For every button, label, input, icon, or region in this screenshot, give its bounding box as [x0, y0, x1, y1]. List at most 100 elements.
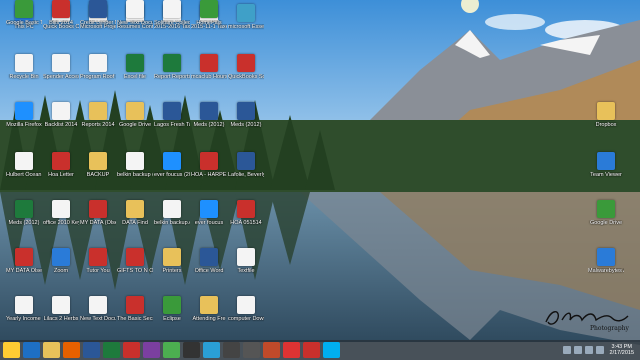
- pdf-icon: [126, 296, 144, 314]
- doc-icon: [52, 54, 70, 72]
- desktop-icon-label: Yearly Income 2014: [6, 316, 42, 322]
- xl-icon: [126, 54, 144, 72]
- network-icon[interactable]: [573, 346, 582, 354]
- taskbar-excel-icon[interactable]: [103, 342, 120, 358]
- taskbar-firefox-icon[interactable]: [63, 342, 80, 358]
- desktop-icon-label: Report Reports Data: [154, 74, 190, 80]
- desktop-icon[interactable]: Excel file: [117, 54, 153, 92]
- taskbar-picasa-icon[interactable]: [143, 342, 160, 358]
- doc-icon: [15, 54, 33, 72]
- desktop-icon[interactable]: Zoom: [43, 248, 79, 286]
- desktop-icon[interactable]: Tutor You: [80, 248, 116, 286]
- desktop-icon[interactable]: Solitaire Collection: [154, 0, 190, 38]
- taskbar-folders-icon[interactable]: [43, 342, 60, 358]
- taskbar-print-icon[interactable]: [263, 342, 280, 358]
- taskbar-store-icon[interactable]: [203, 342, 220, 358]
- desktop-icon-label: Eclipse: [163, 316, 181, 322]
- desktop-icon[interactable]: Spender Access: [43, 54, 79, 92]
- doc-icon: [52, 296, 70, 314]
- desktop-icon[interactable]: Bills 2014: [43, 0, 79, 38]
- desktop-icon[interactable]: Malwarebytes Anti-Malware: [588, 248, 624, 286]
- desktop-icon[interactable]: Meds (2012): [6, 200, 42, 238]
- desktop-icon[interactable]: New Text Document: [80, 296, 116, 334]
- pdf-icon: [126, 248, 144, 266]
- desktop-icon[interactable]: BACKUP: [80, 152, 116, 190]
- taskbar-word-icon[interactable]: [83, 342, 100, 358]
- desktop-icon[interactable]: DATA Find: [117, 200, 153, 238]
- desktop-icon-label: HOA - HARPER...: [191, 172, 227, 178]
- taskbar-explorer-icon[interactable]: [3, 342, 20, 358]
- desktop-icon[interactable]: belkin backup (2014_11...: [117, 152, 153, 190]
- desktop-icon[interactable]: Yearly Income 2014: [6, 296, 42, 334]
- desktop-icon[interactable]: MY DATA (Olsen...: [80, 200, 116, 238]
- desktop-icon[interactable]: Lilacs 2 Herbs: [43, 296, 79, 334]
- desktop-icon-label: QuickBooks Software 2012: [228, 74, 264, 80]
- keyboard-icon[interactable]: [562, 346, 571, 354]
- taskbar-video-icon[interactable]: [303, 342, 320, 358]
- blue-icon: [597, 248, 615, 266]
- desktop-icon[interactable]: Mozilla Firefox: [6, 102, 42, 140]
- desktop-icon[interactable]: Google Basic Training: [6, 0, 42, 38]
- desktop-icon[interactable]: Lafolie, Beverly: [228, 152, 264, 190]
- desktop-icon[interactable]: Google Drive: [117, 102, 153, 140]
- desktop-icon[interactable]: GIFTS TO N OLSEN 1: [117, 248, 153, 286]
- desktop-icon[interactable]: belkin backup.com: [154, 200, 190, 238]
- battery-icon[interactable]: [595, 346, 604, 354]
- green-icon: [200, 0, 218, 18]
- desktop-icon-label: Solitaire Collection: [154, 20, 190, 26]
- desktop-icon[interactable]: Backlist 2014: [43, 102, 79, 140]
- desktop-icon[interactable]: Reports 2014: [80, 102, 116, 140]
- desktop-icon[interactable]: Textfile: [228, 248, 264, 286]
- desktop-icon-label: Recycle Bin: [9, 74, 39, 80]
- desktop-icon[interactable]: Program Roof 2014: [80, 54, 116, 92]
- desktop-icon[interactable]: Attending Fre: [191, 296, 227, 334]
- desktop-icon[interactable]: Recycle Bin: [6, 54, 42, 92]
- taskbar-media-icon[interactable]: [183, 342, 200, 358]
- green-icon: [15, 0, 33, 18]
- taskbar-music-icon[interactable]: [223, 342, 240, 358]
- desktop-icon[interactable]: Office Word: [191, 248, 227, 286]
- taskbar-mic-icon[interactable]: [243, 342, 260, 358]
- desktop-icon[interactable]: HOA - HARPER...: [191, 152, 227, 190]
- desktop-icon[interactable]: Report Reports Data: [154, 54, 190, 92]
- volume-icon[interactable]: [584, 346, 593, 354]
- desktop-icon[interactable]: QuickBooks Software 2012: [228, 54, 264, 92]
- desktop-icon[interactable]: MY DATA Olsen: [6, 248, 42, 286]
- desktop-icon[interactable]: HOA 051514: [228, 200, 264, 238]
- desktop-icon[interactable]: The Basic Secrets: [117, 296, 153, 334]
- desktop-icon[interactable]: Credit Lender Meeting: [80, 0, 116, 38]
- desktop-icon[interactable]: Hoa Letter: [43, 152, 79, 190]
- desktop-icon[interactable]: Hulbert Ocean...: [6, 152, 42, 190]
- taskbar-quickbooks-icon[interactable]: [123, 342, 140, 358]
- desktop-icon-label: belkin backup (2014_11...: [117, 172, 153, 178]
- taskbar-clock[interactable]: 3:43 PM 2/17/2015: [610, 344, 634, 357]
- desktop-icon[interactable]: Lagos Fresh Table: [154, 102, 190, 140]
- desktop-icon[interactable]: Google Drive: [588, 200, 624, 238]
- taskbar-chrome-icon[interactable]: [163, 342, 180, 358]
- desktop-icon[interactable]: Meds (2012): [228, 102, 264, 140]
- desktop-icon[interactable]: New Text Document: [117, 0, 153, 38]
- desktop-icon[interactable]: computer Downloads: [228, 296, 264, 334]
- desktop-icon[interactable]: Eclipse: [154, 296, 190, 334]
- desktop-icon[interactable]: mcaclub Hours 2014: [191, 54, 227, 92]
- desktop-icon[interactable]: Printers: [154, 248, 190, 286]
- taskbar-outlook-icon[interactable]: [23, 342, 40, 358]
- folder-icon: [597, 102, 615, 120]
- desktop-icon[interactable]: HomePals: [191, 0, 227, 38]
- desktop-icon[interactable]: microsoft Essentials Report: [228, 4, 264, 42]
- desktop-icon[interactable]: Team Viewer: [588, 152, 624, 190]
- desktop-icon[interactable]: Meds (2012): [191, 102, 227, 140]
- taskbar-teams-icon[interactable]: [283, 342, 300, 358]
- desktop-icon[interactable]: Dropbox: [588, 102, 624, 140]
- desktop-icon[interactable]: ever foucus: [191, 200, 227, 238]
- desktop-icon-label: Printers: [162, 268, 182, 274]
- folder-icon: [89, 152, 107, 170]
- desktop-icon[interactable]: ever foucus (2014_11...: [154, 152, 190, 190]
- pdf-icon: [237, 200, 255, 218]
- desktop-icon-label: computer Downloads: [228, 316, 264, 322]
- taskbar-skype-icon[interactable]: [323, 342, 340, 358]
- pdf-icon: [200, 54, 218, 72]
- desktop-icon[interactable]: office 2010 Key: [43, 200, 79, 238]
- desktop-icon-label: ever foucus (2014_11...: [154, 172, 190, 178]
- blue-icon: [597, 152, 615, 170]
